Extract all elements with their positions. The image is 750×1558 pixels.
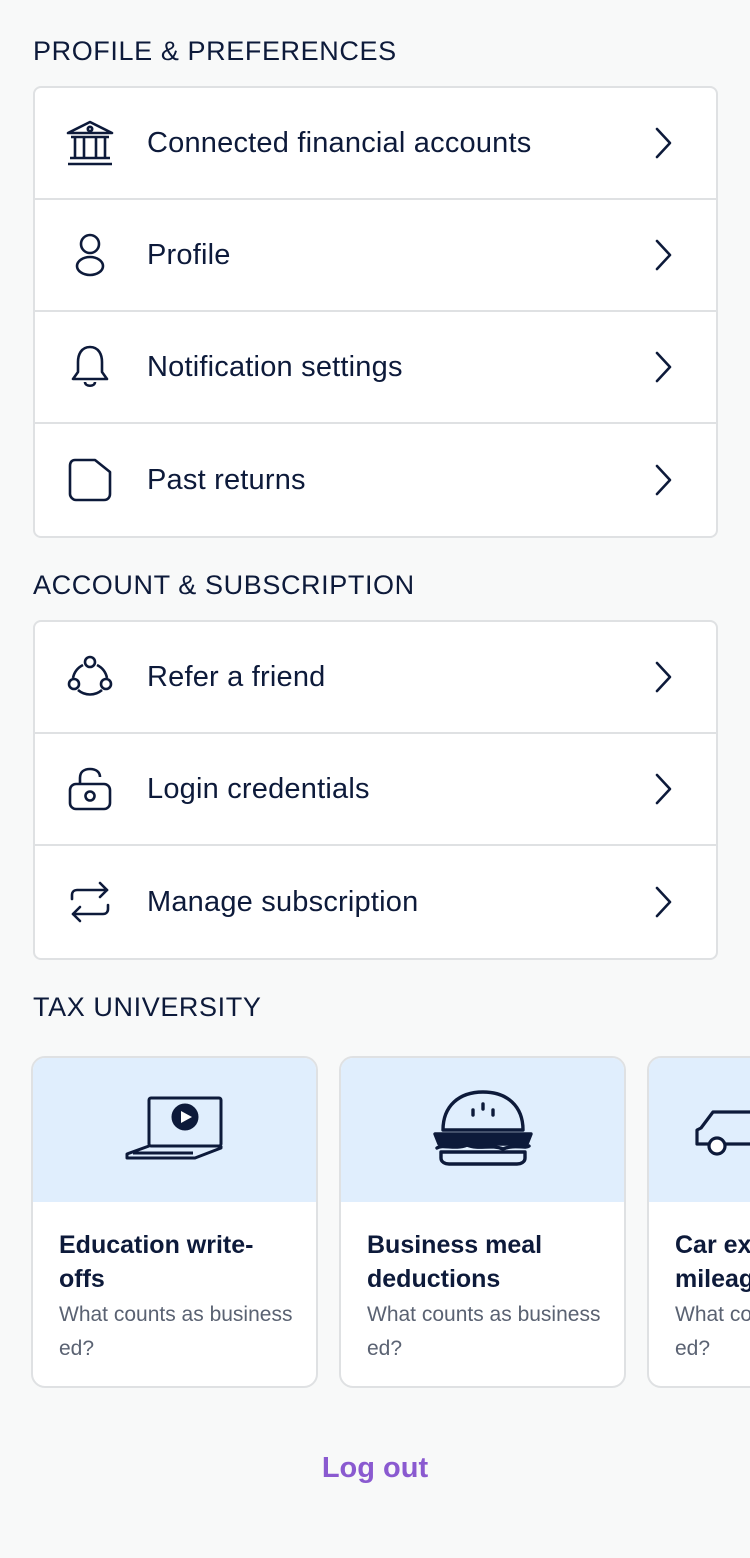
- tax-university-carousel[interactable]: Education write-offs What counts as busi…: [0, 1056, 750, 1388]
- row-connected-financial-accounts[interactable]: Connected financial accounts: [35, 88, 716, 200]
- lock-icon: [65, 764, 115, 814]
- course-title: Car expenses & mileage: [675, 1231, 750, 1293]
- chevron-right-icon: [652, 126, 674, 160]
- chevron-right-icon: [652, 772, 674, 806]
- row-label: Past returns: [147, 463, 306, 496]
- chevron-right-icon: [652, 350, 674, 384]
- account-card: Refer a friend Login credentials Manage …: [33, 620, 718, 960]
- course-banner: [649, 1058, 750, 1202]
- row-profile[interactable]: Profile: [35, 200, 716, 312]
- chevron-right-icon: [652, 238, 674, 272]
- row-manage-subscription[interactable]: Manage subscription: [35, 846, 716, 958]
- chevron-right-icon: [652, 463, 674, 497]
- course-subtitle: What counts as business ed?: [59, 1303, 293, 1360]
- row-label: Connected financial accounts: [147, 126, 532, 159]
- profile-card: Connected financial accounts Profile Not…: [33, 86, 718, 538]
- course-subtitle: What counts as business ed?: [675, 1303, 750, 1360]
- network-icon: [65, 652, 115, 702]
- car-icon: [691, 1098, 750, 1163]
- bank-icon: [65, 118, 115, 168]
- row-notification-settings[interactable]: Notification settings: [35, 312, 716, 424]
- row-past-returns[interactable]: Past returns: [35, 424, 716, 536]
- row-label: Manage subscription: [147, 885, 419, 918]
- course-card-business-meals[interactable]: Business meal deductions What counts as …: [339, 1056, 626, 1388]
- account-section-title: ACCOUNT & SUBSCRIPTION: [33, 570, 415, 600]
- row-label: Notification settings: [147, 350, 403, 383]
- course-banner: [33, 1058, 316, 1202]
- course-banner: [341, 1058, 624, 1202]
- row-label: Refer a friend: [147, 660, 326, 693]
- chevron-right-icon: [652, 660, 674, 694]
- course-title: Education write-offs: [59, 1231, 254, 1293]
- laptop-video-icon: [123, 1094, 227, 1167]
- profile-section-title: PROFILE & PREFERENCES: [33, 36, 397, 66]
- course-subtitle: What counts as business ed?: [367, 1303, 601, 1360]
- repeat-icon: [65, 877, 115, 927]
- row-login-credentials[interactable]: Login credentials: [35, 734, 716, 846]
- chevron-right-icon: [652, 885, 674, 919]
- logout-button[interactable]: Log out: [0, 1452, 750, 1485]
- burger-icon: [431, 1088, 535, 1173]
- course-title: Business meal deductions: [367, 1231, 543, 1293]
- row-refer-a-friend[interactable]: Refer a friend: [35, 622, 716, 734]
- tax-university-title: TAX UNIVERSITY: [33, 992, 262, 1022]
- row-label: Profile: [147, 238, 231, 271]
- course-card-car-expenses[interactable]: Car expenses & mileage What counts as bu…: [647, 1056, 750, 1388]
- person-icon: [65, 230, 115, 280]
- bell-icon: [65, 342, 115, 392]
- row-label: Login credentials: [147, 772, 370, 805]
- course-card-education[interactable]: Education write-offs What counts as busi…: [31, 1056, 318, 1388]
- settings-page: PROFILE & PREFERENCES Connected financia…: [0, 0, 750, 1558]
- folder-icon: [65, 455, 115, 505]
